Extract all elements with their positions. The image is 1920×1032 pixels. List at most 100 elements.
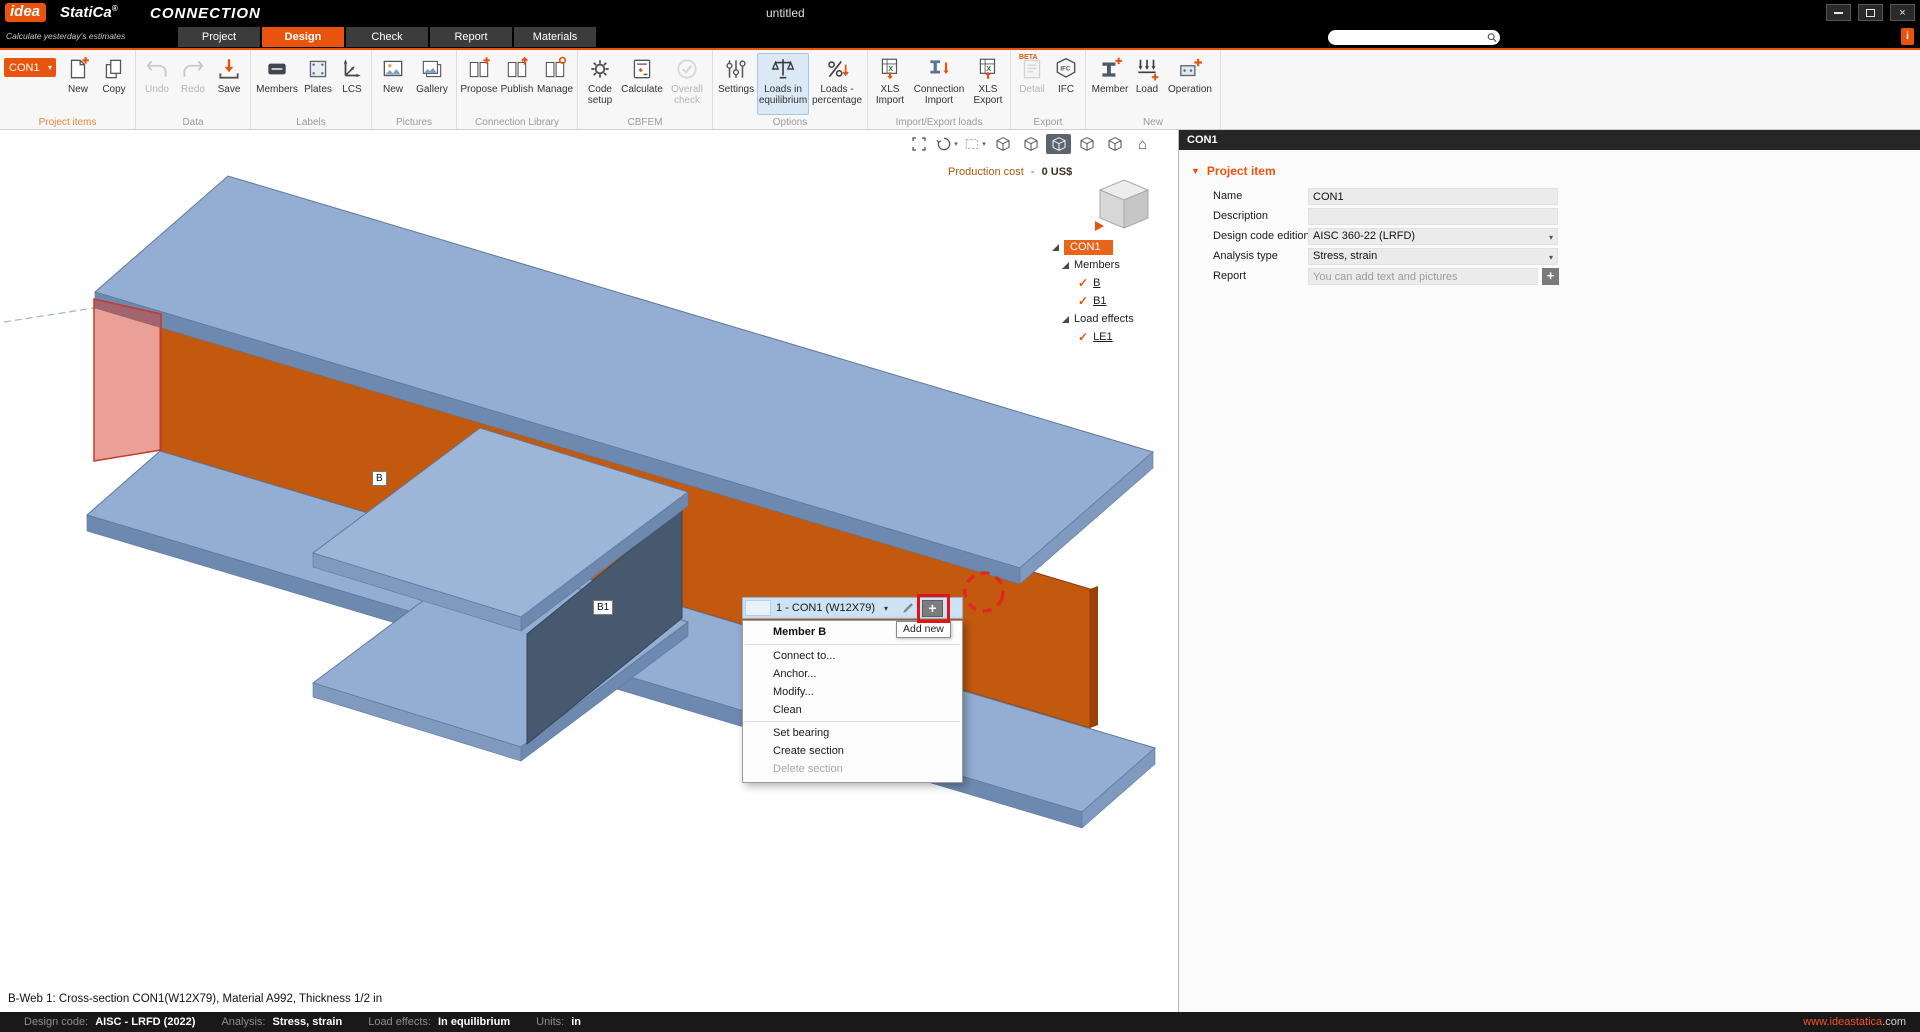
- view-transparent-button[interactable]: [1074, 134, 1099, 154]
- view-wireframe-button[interactable]: [1018, 134, 1043, 154]
- member-label-b[interactable]: B: [372, 471, 387, 486]
- menu-item-modify[interactable]: Modify...: [743, 683, 962, 701]
- tree-item-load-effects[interactable]: Load effects: [1062, 310, 1134, 328]
- new-picture-icon: [380, 56, 406, 82]
- lcs-button[interactable]: LCS: [337, 53, 367, 115]
- menu-item-create-section[interactable]: Create section: [743, 742, 962, 760]
- chevron-down-icon[interactable]: ▾: [884, 604, 893, 613]
- members-labels-button[interactable]: Members: [255, 53, 299, 115]
- collapse-icon[interactable]: ▼: [1191, 166, 1200, 176]
- new-picture-button[interactable]: New: [376, 53, 410, 115]
- member-label-b1[interactable]: B1: [593, 600, 613, 615]
- tree-item-members[interactable]: Members: [1062, 256, 1134, 274]
- project-item-selector[interactable]: CON1 ▾: [4, 58, 56, 77]
- xls-export-button[interactable]: XLS Export: [970, 53, 1006, 115]
- new-load-button[interactable]: Load: [1132, 53, 1162, 115]
- view-axonometry-button[interactable]: [990, 134, 1015, 154]
- expander-icon[interactable]: [1062, 262, 1069, 269]
- 3d-scene[interactable]: [0, 130, 1178, 1012]
- navigation-cube[interactable]: [1092, 174, 1156, 234]
- menu-item-clean[interactable]: Clean: [743, 701, 962, 719]
- description-input[interactable]: [1308, 208, 1558, 225]
- website-link[interactable]: www.ideastatica.com: [1803, 1012, 1906, 1032]
- selection-mode-button[interactable]: ▾: [962, 134, 987, 154]
- maximize-button[interactable]: [1858, 4, 1883, 21]
- ribbon-group-labels: Members Plates LCS Labels: [251, 50, 372, 129]
- zoom-fit-button[interactable]: [906, 134, 931, 154]
- ifc-export-icon: [1053, 56, 1079, 82]
- ribbon-group-label: Data: [136, 117, 250, 128]
- add-report-button[interactable]: +: [1542, 268, 1559, 285]
- tree-item-con1[interactable]: CON1: [1052, 238, 1134, 256]
- xls-import-button[interactable]: XLS Import: [872, 53, 908, 115]
- publish-button[interactable]: Publish: [499, 53, 535, 115]
- save-button[interactable]: Save: [212, 53, 246, 115]
- calculate-button[interactable]: Calculate: [620, 53, 664, 115]
- settings-button[interactable]: Settings: [717, 53, 755, 115]
- tab-materials[interactable]: Materials: [514, 27, 596, 47]
- app-status-bar: Design code: AISC - LRFD (2022) Analysis…: [0, 1012, 1920, 1032]
- loads-in-equilibrium-button[interactable]: Loads in equilibrium: [757, 53, 809, 115]
- ribbon-group-label: New: [1086, 117, 1220, 128]
- home-view-button[interactable]: ⌂: [1130, 134, 1155, 154]
- construction-line: [4, 308, 94, 322]
- new-operation-button[interactable]: Operation: [1164, 53, 1216, 115]
- view-solid-button[interactable]: [1046, 134, 1071, 154]
- copy-button[interactable]: Copy: [97, 53, 131, 115]
- check-icon[interactable]: ✓: [1078, 294, 1088, 308]
- cube-icon: [1050, 135, 1068, 153]
- add-new-button[interactable]: +: [922, 600, 943, 617]
- gallery-button[interactable]: Gallery: [412, 53, 452, 115]
- tab-project[interactable]: Project: [178, 27, 260, 47]
- new-project-item-button[interactable]: New: [61, 53, 95, 115]
- analysis-type-select[interactable]: Stress, strain ▾: [1308, 248, 1558, 265]
- view-clipping-button[interactable]: [1102, 134, 1127, 154]
- check-icon[interactable]: ✓: [1078, 276, 1088, 290]
- field-row-design-code: Design code edition AISC 360-22 (LRFD) ▾: [1213, 228, 1920, 248]
- menu-item-connect-to[interactable]: Connect to...: [743, 647, 962, 665]
- check-icon[interactable]: ✓: [1078, 330, 1088, 344]
- search-input[interactable]: [1328, 31, 1484, 44]
- design-code-select[interactable]: AISC 360-22 (LRFD) ▾: [1308, 228, 1558, 245]
- menu-item-anchor[interactable]: Anchor...: [743, 665, 962, 683]
- expander-icon[interactable]: [1052, 244, 1059, 251]
- ribbon-group-label: Connection Library: [457, 117, 577, 128]
- code-setup-button[interactable]: Code setup: [582, 53, 618, 115]
- chevron-down-icon: ▾: [48, 63, 52, 72]
- new-member-button[interactable]: Member: [1090, 53, 1130, 115]
- propose-button[interactable]: Propose: [461, 53, 497, 115]
- tab-check[interactable]: Check: [346, 27, 428, 47]
- overall-check-button[interactable]: Overall check: [666, 53, 708, 115]
- ifc-export-button[interactable]: IFC: [1051, 53, 1081, 115]
- add-new-tooltip: Add new: [896, 621, 951, 638]
- tree-item-member-b1[interactable]: ✓ B1: [1078, 292, 1134, 310]
- undo-button[interactable]: Undo: [140, 53, 174, 115]
- tree-selected-node[interactable]: CON1: [1064, 240, 1113, 255]
- tab-report[interactable]: Report: [430, 27, 512, 47]
- notification-icon[interactable]: i: [1901, 28, 1914, 45]
- viewport-3d[interactable]: B B1 ▾ ▾ ⌂ Production cost - 0 US$ CON1 …: [0, 130, 1178, 1012]
- plates-labels-button[interactable]: Plates: [301, 53, 335, 115]
- tree-item-le1[interactable]: ✓ LE1: [1078, 328, 1134, 346]
- connection-import-button[interactable]: Connection Import: [910, 53, 968, 115]
- minimize-button[interactable]: [1826, 4, 1851, 21]
- selected-end-plate[interactable]: [94, 299, 161, 461]
- close-button[interactable]: ×: [1890, 4, 1915, 21]
- tree-item-member-b[interactable]: ✓ B: [1078, 274, 1134, 292]
- orbit-button[interactable]: ▾: [934, 134, 959, 154]
- menu-item-set-bearing[interactable]: Set bearing: [743, 724, 962, 742]
- name-input[interactable]: [1308, 188, 1558, 205]
- expander-icon[interactable]: [1062, 316, 1069, 323]
- cube-icon: [1078, 135, 1096, 153]
- edit-icon[interactable]: [901, 601, 915, 615]
- search-box[interactable]: [1328, 30, 1500, 45]
- section-project-item[interactable]: ▼ Project item: [1191, 164, 1920, 178]
- loads-percentage-button[interactable]: Loads - percentage: [811, 53, 863, 115]
- manage-button[interactable]: Manage: [537, 53, 573, 115]
- report-input[interactable]: [1308, 268, 1538, 285]
- operation-selector[interactable]: 1 - CON1 (W12X79) ▾ +: [742, 597, 963, 619]
- detail-export-button[interactable]: BETA Detail: [1015, 53, 1049, 115]
- redo-button[interactable]: Redo: [176, 53, 210, 115]
- tab-design[interactable]: Design: [262, 27, 344, 47]
- member-b-web-end[interactable]: [1090, 586, 1098, 728]
